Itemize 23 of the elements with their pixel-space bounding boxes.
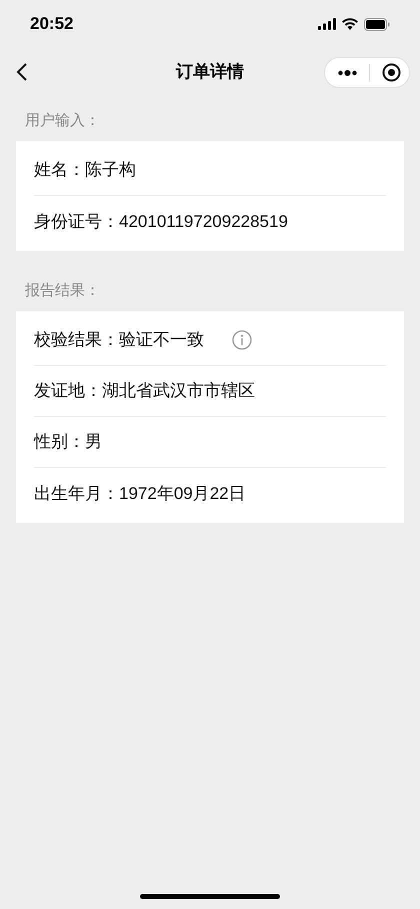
field-value: 湖北省武汉市市辖区 [102, 380, 255, 402]
page-title: 订单详情 [176, 60, 244, 83]
info-icon[interactable] [232, 330, 252, 350]
battery-icon [364, 18, 390, 30]
field-label: 姓名： [34, 159, 85, 182]
field-value: 陈子构 [85, 159, 136, 182]
field-value: 验证不一致 [119, 329, 204, 352]
back-icon[interactable] [16, 62, 28, 82]
field-value: 420101197209228519 [119, 210, 288, 233]
section-title: 用户输入： [25, 112, 100, 129]
field-value: 1972年09月22日 [119, 482, 246, 505]
field-label: 身份证号： [34, 210, 119, 233]
field-label: 校验结果： [34, 329, 119, 352]
field-label: 发证地： [34, 380, 102, 402]
status-time: 20:52 [30, 13, 74, 36]
wifi-icon [342, 18, 358, 30]
field-label: 出生年月： [34, 482, 119, 505]
signal-icon [318, 18, 336, 30]
close-icon[interactable] [382, 63, 401, 82]
more-icon[interactable] [338, 70, 357, 76]
section-title: 报告结果： [25, 282, 100, 299]
field-label: 性别： [34, 431, 85, 454]
field-value: 男 [85, 431, 102, 454]
